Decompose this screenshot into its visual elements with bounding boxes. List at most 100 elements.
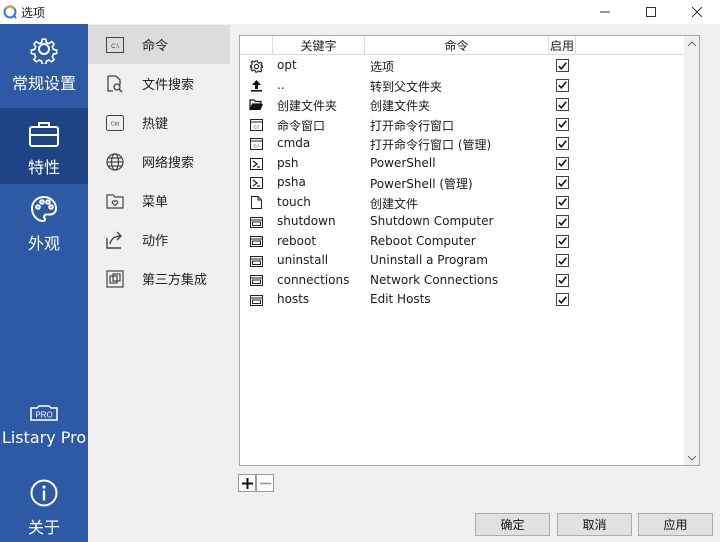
briefcase-icon [29,122,59,147]
table-row[interactable]: connections Network Connections [240,271,685,291]
commands-table: 关键字 命令 启用 opt 选项.. 转到父文件夹 创建文件夹 创建文件夹 C:\ 命令窗口… [239,35,700,466]
keyword-cell[interactable]: 命令窗口 [277,117,325,134]
header-command[interactable]: 命令 [365,36,549,55]
subnav-item-hotkeys[interactable]: Ctrl 热键 [88,103,230,142]
keyword-cell[interactable]: uninstall [277,253,328,267]
subnav-item-file-search[interactable]: 文件搜索 [88,64,230,103]
command-cell[interactable]: Network Connections [370,273,498,287]
command-cell[interactable]: 打开命令行窗口 (管理) [370,136,491,153]
sidebar-item-general[interactable]: 常规设置 [0,34,88,104]
sidebar-item-appearance[interactable]: 外观 [0,194,88,264]
table-row[interactable]: reboot Reboot Computer [240,232,685,252]
minus-icon [259,482,271,484]
main-sidebar: 常规设置 特性 外观 PRO Listary Pro 关于 [0,24,88,542]
table-row[interactable]: psha PowerShell (管理) [240,173,685,193]
maximize-button[interactable] [628,0,674,24]
enabled-checkbox[interactable] [556,195,569,209]
table-row[interactable]: psh PowerShell [240,154,685,174]
keyword-cell[interactable]: 创建文件夹 [277,97,337,114]
keyword-cell[interactable]: shutdown [277,214,336,228]
enabled-checkbox[interactable] [556,273,569,287]
listary-app-icon [3,5,17,19]
subnav-item-label: 网络搜索 [142,156,195,171]
enabled-checkbox[interactable] [556,59,569,72]
run-window-icon [249,293,263,307]
enabled-checkbox[interactable] [556,234,569,248]
scroll-down-button[interactable] [684,451,699,465]
close-button[interactable] [674,0,720,24]
command-cell[interactable]: PowerShell (管理) [370,175,473,192]
command-cell[interactable]: 打开命令行窗口 [370,117,454,134]
table-row[interactable]: opt 选项 [240,56,685,76]
keyword-cell[interactable]: connections [277,273,349,287]
subnav-item-commands[interactable]: C:\ 命令 [88,25,230,64]
share-arrow-icon [105,230,125,250]
command-cell[interactable]: 转到父文件夹 [370,78,442,95]
maximize-icon [646,7,656,17]
header-enabled[interactable]: 启用 [549,36,576,55]
checkmark-icon [558,178,567,187]
cancel-button[interactable]: 取消 [557,513,632,536]
command-cell[interactable]: 创建文件夹 [370,97,430,114]
ok-button[interactable]: 确定 [475,513,550,536]
command-cell[interactable]: 选项 [370,58,394,75]
gear-icon [249,59,263,73]
keyword-cell[interactable]: cmda [277,136,310,150]
subnav-item-web-search[interactable]: 网络搜索 [88,142,230,181]
table-row[interactable]: touch 创建文件 [240,193,685,213]
table-row[interactable]: uninstall Uninstall a Program [240,251,685,271]
sidebar-item-features[interactable]: 特性 [0,108,88,184]
enabled-checkbox[interactable] [556,78,569,92]
keyword-cell[interactable]: psh [277,156,298,170]
header-keyword[interactable]: 关键字 [273,36,365,55]
table-row[interactable]: hosts Edit Hosts [240,290,685,310]
command-cell[interactable]: 创建文件 [370,195,418,212]
vertical-scrollbar[interactable] [684,36,699,465]
gear-icon [30,38,58,64]
enabled-checkbox[interactable] [556,254,569,267]
command-cell[interactable]: PowerShell [370,156,436,170]
command-cell[interactable]: Reboot Computer [370,234,476,248]
keyword-cell[interactable]: psha [277,175,306,189]
enabled-checkbox[interactable] [556,215,569,228]
table-row[interactable]: C:\ cmda 打开命令行窗口 (管理) [240,134,685,154]
subnav-item-actions[interactable]: 动作 [88,220,230,259]
checkmark-icon [558,295,567,304]
table-row[interactable]: .. 转到父文件夹 [240,76,685,96]
run-window-icon [249,215,263,229]
keyword-cell[interactable]: opt [277,58,297,72]
table-row[interactable]: shutdown Shutdown Computer [240,212,685,232]
table-header: 关键字 命令 启用 [240,36,685,55]
window-title: 选项 [21,5,46,20]
windows-stack-icon [105,269,125,289]
subnav-item-third-party[interactable]: 第三方集成 [88,259,230,298]
command-cell[interactable]: Shutdown Computer [370,214,493,228]
command-cell[interactable]: Edit Hosts [370,292,431,306]
command-cell[interactable]: Uninstall a Program [370,253,488,267]
checkmark-icon [558,276,567,284]
apply-button[interactable]: 应用 [638,513,713,536]
sidebar-item-listary-pro[interactable]: PRO Listary Pro [0,404,88,460]
cmd-icon: C:\ [249,137,263,151]
add-command-button[interactable] [238,474,256,492]
scroll-up-button[interactable] [684,36,699,50]
sidebar-item-about[interactable]: 关于 [0,478,88,538]
enabled-checkbox[interactable] [556,293,569,306]
keyword-cell[interactable]: .. [277,78,285,92]
enabled-checkbox[interactable] [556,117,569,131]
remove-command-button[interactable] [256,474,274,492]
enabled-checkbox[interactable] [556,176,569,189]
keyword-cell[interactable]: hosts [277,292,309,306]
checkmark-icon [558,139,567,148]
enabled-checkbox[interactable] [556,156,569,170]
keyword-cell[interactable]: reboot [277,234,316,248]
palette-icon [30,195,58,223]
enabled-checkbox[interactable] [556,98,569,111]
enabled-checkbox[interactable] [556,137,569,150]
keyword-cell[interactable]: touch [277,195,311,209]
table-row[interactable]: 创建文件夹 创建文件夹 [240,95,685,115]
minimize-button[interactable] [582,0,628,24]
table-row[interactable]: C:\ 命令窗口 打开命令行窗口 [240,115,685,135]
subnav-item-menu[interactable]: 菜单 [88,181,230,220]
checkmark-icon [558,198,567,206]
